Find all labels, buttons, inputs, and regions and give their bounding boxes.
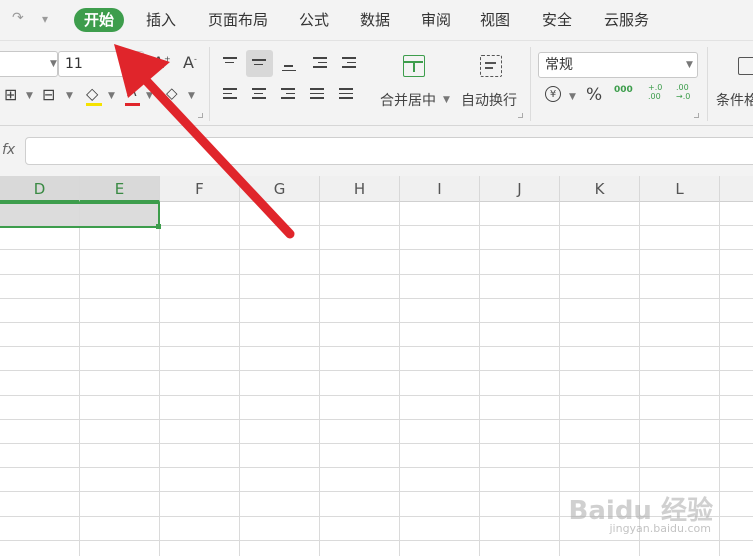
arrow-head (114, 44, 170, 98)
arrow-shaft (135, 69, 295, 239)
annotation-arrow (114, 44, 295, 239)
